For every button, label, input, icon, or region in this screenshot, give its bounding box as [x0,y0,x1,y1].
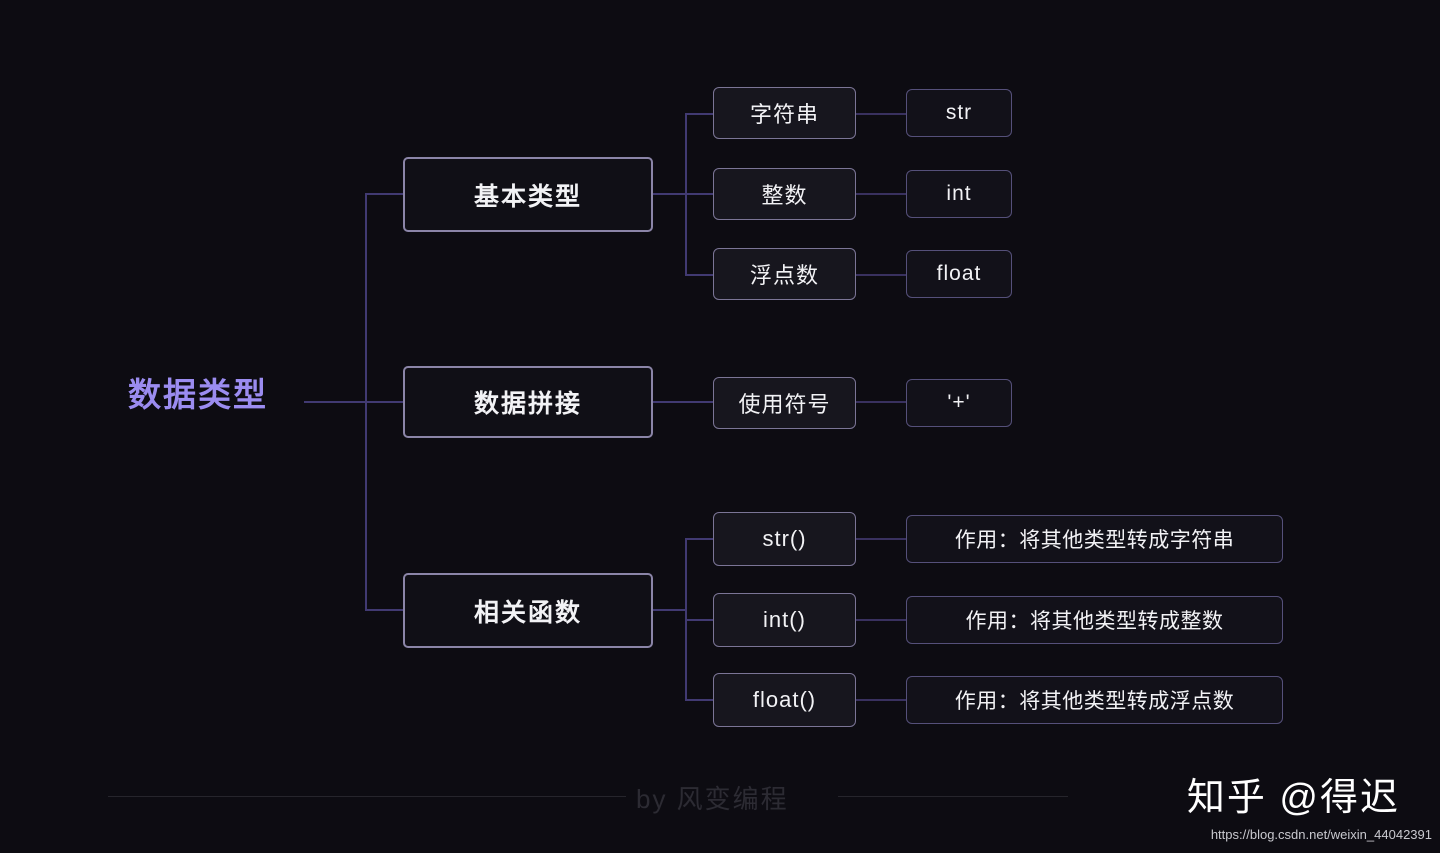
footer-credit: by 风变编程 [636,784,789,814]
connector-int-fn-to-desc [856,619,906,621]
branch-node-data-concat[interactable]: 数据拼接 [403,366,653,438]
leaf-node-float[interactable]: float [906,250,1012,298]
leaf-node-int[interactable]: int [906,170,1012,218]
node-function-str[interactable]: str() [713,512,856,566]
connector-functions-out [653,609,686,611]
mindmap-canvas: 数据类型 基本类型 字符串 整数 浮点数 str int float 数据拼接 … [0,0,1440,853]
node-function-int[interactable]: int() [713,593,856,647]
connector-basic-types-out [653,193,686,195]
connector-arm-basic-types [365,193,403,195]
node-float[interactable]: 浮点数 [713,248,856,300]
connector-concat-to-symbol [653,401,713,403]
node-use-symbol[interactable]: 使用符号 [713,377,856,429]
branch-node-basic-types[interactable]: 基本类型 [403,157,653,232]
connector-functions-to-int-fn [685,619,713,621]
connector-basic-to-int [685,193,713,195]
connector-basic-to-string [685,113,713,115]
connector-functions-to-float-fn [685,699,713,701]
leaf-node-float-description[interactable]: 作用：将其他类型转成浮点数 [906,676,1283,724]
connector-functions-to-str-fn [685,538,713,540]
connector-root-stem [304,401,366,403]
leaf-node-str[interactable]: str [906,89,1012,137]
leaf-node-int-description[interactable]: 作用：将其他类型转成整数 [906,596,1283,644]
branch-node-related-functions[interactable]: 相关函数 [403,573,653,648]
root-node-data-type[interactable]: 数据类型 [128,378,268,411]
node-function-float[interactable]: float() [713,673,856,727]
connector-float-fn-to-desc [856,699,906,701]
source-url-label: https://blog.csdn.net/weixin_44042391 [1210,827,1432,842]
connector-integer-to-int [856,193,906,195]
connector-str-fn-to-desc [856,538,906,540]
node-integer[interactable]: 整数 [713,168,856,220]
footer-divider-left [108,796,626,797]
connector-string-to-str [856,113,906,115]
leaf-node-str-description[interactable]: 作用：将其他类型转成字符串 [906,515,1283,563]
node-string[interactable]: 字符串 [713,87,856,139]
zhihu-watermark: 知乎 @得迟 [1186,777,1400,819]
connector-symbol-to-plus [856,401,906,403]
connector-float-to-float [856,274,906,276]
connector-basic-to-float [685,274,713,276]
connector-arm-concat [365,401,403,403]
connector-arm-functions [365,609,403,611]
footer-divider-right [838,796,1068,797]
leaf-node-plus-operator[interactable]: '+' [906,379,1012,427]
